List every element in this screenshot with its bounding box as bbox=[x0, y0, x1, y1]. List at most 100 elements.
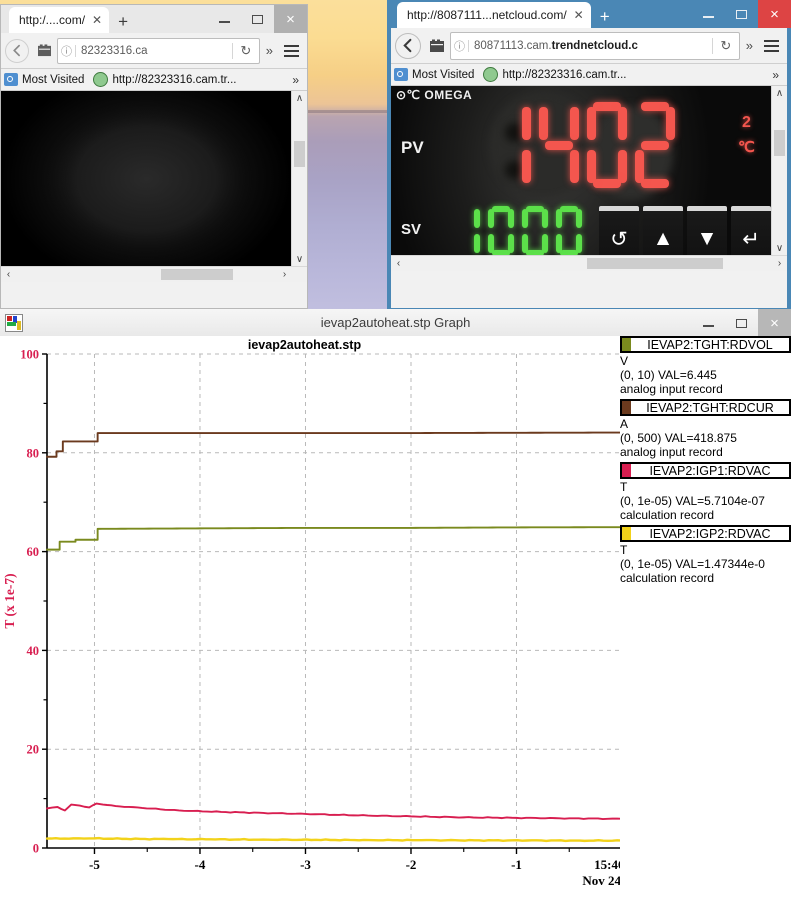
series-line[interactable] bbox=[45, 836, 624, 843]
url-bar-2[interactable]: ⓘ 80871113.cam.trendnetcloud.c ↻ bbox=[450, 31, 740, 60]
key-enter[interactable]: ↵ bbox=[731, 206, 771, 256]
tab-label: http://8087111...netcloud.com/ bbox=[407, 8, 567, 22]
scroll-right-icon[interactable]: › bbox=[772, 256, 787, 271]
scroll-up-icon[interactable]: ∧ bbox=[772, 86, 787, 101]
browser-window-2[interactable]: http://8087111...netcloud.com/ ✕ + × ⓘ 8… bbox=[387, 0, 791, 312]
sv-digit-4 bbox=[556, 206, 582, 256]
pv-label: PV bbox=[401, 138, 424, 157]
legend-entry[interactable]: IEVAP2:IGP1:RDVAC T (0, 1e-05) VAL=5.7104e… bbox=[620, 462, 791, 522]
new-tab-button[interactable]: + bbox=[591, 6, 619, 28]
y-tick-label: 100 bbox=[20, 348, 39, 362]
legend-pv-name: IEVAP2:IGP2:RDVAC bbox=[649, 526, 771, 541]
bookmark-item-1[interactable]: http://82323316.cam.tr... bbox=[502, 69, 626, 81]
legend-record-type: calculation record bbox=[620, 571, 715, 585]
bookmark-item-1[interactable]: http://82323316.cam.tr... bbox=[112, 74, 236, 86]
pv-digit-2 bbox=[539, 102, 579, 188]
overflow-button-2[interactable]: » bbox=[740, 38, 759, 53]
reload-icon[interactable]: ↻ bbox=[231, 42, 259, 59]
y-tick-label: 80 bbox=[27, 446, 40, 460]
most-visited-icon bbox=[4, 73, 18, 86]
legend-record-type: analog input record bbox=[620, 445, 723, 459]
legend-entry[interactable]: IEVAP2:TGHT:RDVOL V (0, 10) VAL=6.445 analo… bbox=[620, 336, 791, 396]
close-button[interactable]: × bbox=[758, 309, 791, 337]
close-button[interactable]: × bbox=[758, 0, 791, 28]
browser-window-1[interactable]: http:/....com/ ✕ + × ⓘ 82323316.ca ↻ » M… bbox=[0, 4, 308, 309]
hscroll-thumb-1[interactable] bbox=[161, 269, 233, 280]
strip-chart-plot[interactable]: ievap2autoheat.stp 0 20 40 60 80 100 -5 -4 -3 -2 -1… bbox=[0, 336, 625, 899]
minimize-button[interactable] bbox=[692, 309, 725, 337]
legend-pv-name: IEVAP2:TGHT:RDVOL bbox=[647, 337, 773, 352]
omega-controller-image: ⊙℃ OMEGA PV SV 2 ℃ ↺ ▲ ▼ ↵ bbox=[391, 86, 772, 256]
scroll-left-icon[interactable]: ‹ bbox=[1, 267, 16, 282]
y-axis-label: T (x 1e-7) bbox=[2, 573, 17, 628]
scroll-up-icon[interactable]: ∧ bbox=[292, 91, 307, 106]
library-button[interactable] bbox=[31, 38, 57, 64]
legend-unit: V bbox=[620, 354, 629, 368]
horizontal-scrollbar-2[interactable]: ‹ › bbox=[391, 255, 787, 271]
legend-entry[interactable]: IEVAP2:TGHT:RDCUR A (0, 500) VAL=418.875 an… bbox=[620, 399, 791, 459]
bookmarks-overflow[interactable]: » bbox=[292, 73, 304, 87]
legend-color-swatch bbox=[622, 401, 631, 414]
key-up[interactable]: ▲ bbox=[643, 206, 683, 256]
scroll-down-icon[interactable]: ∨ bbox=[772, 241, 787, 256]
menu-icon-2[interactable] bbox=[759, 39, 783, 52]
scroll-left-icon[interactable]: ‹ bbox=[391, 256, 406, 271]
reload-icon[interactable]: ↻ bbox=[711, 37, 739, 54]
identity-info-icon[interactable]: ⓘ bbox=[451, 38, 468, 54]
library-icon bbox=[430, 39, 444, 52]
url-bar-1[interactable]: ⓘ 82323316.ca ↻ bbox=[57, 37, 260, 64]
maximize-button[interactable] bbox=[725, 309, 758, 337]
sv-digit-2 bbox=[488, 206, 514, 256]
library-button[interactable] bbox=[424, 33, 450, 59]
close-button[interactable]: × bbox=[274, 5, 307, 33]
legend-entry[interactable]: IEVAP2:IGP2:RDVAC T (0, 1e-05) VAL=1.47344… bbox=[620, 525, 791, 585]
graph-window[interactable]: ievap2autoheat.stp Graph × ievap2autohea… bbox=[0, 309, 791, 899]
tab-close-icon[interactable]: ✕ bbox=[92, 13, 102, 27]
key-down[interactable]: ▼ bbox=[687, 206, 727, 256]
bookmark-most-visited[interactable]: Most Visited bbox=[412, 69, 474, 81]
graph-legend[interactable]: IEVAP2:TGHT:RDVOL V (0, 10) VAL=6.445 analo… bbox=[620, 336, 791, 899]
legend-range-value: (0, 10) VAL=6.445 bbox=[620, 368, 717, 382]
tab-window2[interactable]: http://8087111...netcloud.com/ ✕ bbox=[397, 2, 591, 28]
bookmark-most-visited[interactable]: Most Visited bbox=[22, 74, 84, 86]
series-line[interactable] bbox=[46, 526, 623, 551]
bookmarks-overflow[interactable]: » bbox=[772, 68, 784, 82]
menu-icon-1[interactable] bbox=[279, 44, 303, 57]
back-button[interactable] bbox=[5, 38, 29, 63]
hscroll-thumb-2[interactable] bbox=[587, 258, 723, 269]
back-arrow-icon bbox=[12, 44, 20, 57]
graph-window-title: ievap2autoheat.stp Graph bbox=[320, 315, 471, 330]
minimize-button[interactable] bbox=[692, 0, 725, 28]
tab-close-icon[interactable]: ✕ bbox=[574, 8, 584, 22]
legend-unit: A bbox=[620, 417, 629, 431]
y-tick-label: 0 bbox=[33, 842, 39, 856]
vertical-scrollbar-1[interactable]: ∧ ∨ bbox=[291, 91, 307, 267]
vertical-scrollbar-2[interactable]: ∧ ∨ bbox=[771, 86, 787, 256]
horizontal-scrollbar-1[interactable]: ‹ › bbox=[1, 266, 307, 282]
back-button[interactable] bbox=[395, 32, 421, 59]
key-reset[interactable]: ↺ bbox=[599, 206, 639, 256]
window1-navbar: ⓘ 82323316.ca ↻ » bbox=[1, 33, 307, 69]
x-tick-label: -3 bbox=[300, 857, 311, 872]
new-tab-button[interactable]: + bbox=[109, 11, 137, 33]
omega-keypad[interactable]: ↺ ▲ ▼ ↵ bbox=[599, 206, 771, 256]
overflow-button-1[interactable]: » bbox=[260, 43, 279, 58]
vscroll-thumb-1[interactable] bbox=[294, 141, 305, 167]
graph-titlebar[interactable]: ievap2autoheat.stp Graph × bbox=[0, 309, 791, 337]
legend-header: IEVAP2:TGHT:RDVOL bbox=[620, 336, 791, 353]
maximize-button[interactable] bbox=[725, 0, 758, 28]
url-text-1[interactable]: 82323316.ca bbox=[75, 44, 232, 57]
window2-titlebar[interactable]: http://8087111...netcloud.com/ ✕ + × bbox=[387, 0, 791, 28]
identity-info-icon[interactable]: ⓘ bbox=[58, 43, 75, 59]
scroll-right-icon[interactable]: › bbox=[277, 267, 292, 282]
scroll-down-icon[interactable]: ∨ bbox=[292, 252, 307, 267]
tab-window1[interactable]: http:/....com/ ✕ bbox=[9, 7, 110, 33]
minimize-button[interactable] bbox=[208, 5, 241, 33]
graph-window-controls: × bbox=[692, 309, 791, 337]
url-text-2[interactable]: 80871113.cam.trendnetcloud.c bbox=[468, 39, 712, 52]
window1-titlebar[interactable]: http:/....com/ ✕ + × bbox=[1, 5, 307, 33]
series-line[interactable] bbox=[46, 802, 623, 820]
vscroll-thumb-2[interactable] bbox=[774, 130, 785, 156]
chart-title: ievap2autoheat.stp bbox=[248, 338, 362, 352]
maximize-button[interactable] bbox=[241, 5, 274, 33]
